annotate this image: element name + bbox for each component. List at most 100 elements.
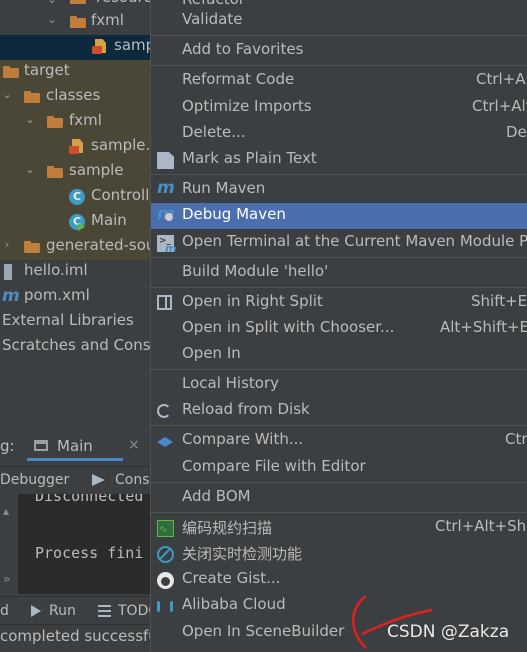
menu-item-label: Create Gist... <box>182 569 281 587</box>
fxml-file-icon <box>92 39 108 55</box>
close-icon[interactable]: × <box>128 437 140 453</box>
context-menu: Refactor Validate Add to Favorites Refor… <box>150 0 527 652</box>
menu-item-open-in-split-chooser[interactable]: Open in Split with Chooser... Alt+Shift+… <box>151 316 527 342</box>
menu-item-optimize-imports[interactable]: Optimize Imports Ctrl+Alt <box>151 95 527 121</box>
alibaba-cloud-icon <box>157 600 173 613</box>
menu-item-build-module[interactable]: Build Module 'hello' <box>151 260 527 286</box>
tree-item-hello-iml[interactable]: hello.iml <box>0 260 152 285</box>
tree-item-sample-fxml[interactable]: samp <box>0 35 152 60</box>
menu-item-delete[interactable]: Delete... Del <box>151 121 527 147</box>
tree-item-controller[interactable]: C Controll <box>0 185 152 210</box>
tree-item-classes[interactable]: ⌄ classes <box>0 85 152 110</box>
tree-item-label: generated-sou <box>46 236 152 254</box>
menu-item-code-scan[interactable]: ∿ 编码规约扫描 Ctrl+Alt+Shi <box>151 515 527 541</box>
tree-item-main[interactable]: C Main <box>0 210 152 235</box>
tree-item-sample-fxml-2[interactable]: sample.f <box>0 135 152 160</box>
menu-item-label: Optimize Imports <box>182 97 312 115</box>
menu-item-compare-file-with-editor[interactable]: Compare File with Editor <box>151 455 527 481</box>
menu-item-run-maven[interactable]: m Run Maven <box>151 177 527 203</box>
menu-item-debug-maven[interactable]: m Debug Maven <box>151 203 527 229</box>
class-icon: C <box>69 189 85 205</box>
menu-separator <box>151 174 527 175</box>
run-icon <box>31 605 41 617</box>
tree-item-label: sample <box>69 161 124 179</box>
fxml-file-icon <box>69 139 85 155</box>
menu-item-label: Compare With... <box>182 430 304 448</box>
menu-item-shortcut: Shift+En <box>471 292 527 310</box>
menu-item-local-history[interactable]: Local History <box>151 372 527 398</box>
tree-item-label: pom.xml <box>24 286 90 304</box>
menu-item-label: Delete... <box>182 123 246 141</box>
menu-item-create-gist[interactable]: Create Gist... <box>151 567 527 593</box>
menu-item-reformat-code[interactable]: Reformat Code Ctrl+Al <box>151 68 527 94</box>
tree-item-label: resources <box>96 0 152 6</box>
menu-item-label: Debug Maven <box>182 205 286 223</box>
menu-item-mark-as-plain-text[interactable]: Mark as Plain Text <box>151 147 527 173</box>
console-icon <box>34 440 48 451</box>
folder-icon <box>47 116 63 128</box>
tree-item-target[interactable]: target <box>0 60 152 85</box>
tree-item-label: target <box>24 61 70 79</box>
menu-item-add-to-favorites[interactable]: Add to Favorites <box>151 38 527 64</box>
reload-icon <box>157 404 171 418</box>
tree-item-fxml[interactable]: ⌄ fxml <box>0 10 152 35</box>
menu-item-validate[interactable]: Validate <box>151 8 527 34</box>
menu-item-alibaba-cloud[interactable]: Alibaba Cloud <box>151 593 527 619</box>
menu-item-add-bom[interactable]: Add BOM <box>151 485 527 511</box>
menu-item-shortcut: Ctrl+Alt <box>472 97 527 115</box>
menu-item-shortcut: Ctrl+Al <box>476 70 527 88</box>
tab-main-label: Main <box>57 437 93 455</box>
tree-item-pom-xml[interactable]: m pom.xml <box>0 285 152 310</box>
tree-item-scratches[interactable]: Scratches and Conso <box>0 335 152 360</box>
tree-item-sample[interactable]: ⌄ sample <box>0 160 152 185</box>
menu-item-label: Refactor <box>182 0 245 8</box>
menu-item-reload-from-disk[interactable]: Reload from Disk <box>151 398 527 424</box>
folder-icon <box>24 91 40 103</box>
menu-item-label: Add to Favorites <box>182 40 304 58</box>
tree-item-label: Scratches and Conso <box>2 336 152 354</box>
menu-item-disable-realtime-check[interactable]: 关闭实时检测功能 <box>151 541 527 567</box>
menu-item-open-terminal-maven[interactable]: >_ m Open Terminal at the Current Maven M… <box>151 230 527 256</box>
chevron-down-icon[interactable]: ⌄ <box>2 89 12 100</box>
menu-separator <box>151 35 527 36</box>
menu-item-shortcut: Alt+Shift+En <box>440 318 527 336</box>
chevron-down-icon[interactable]: ⌄ <box>47 0 57 5</box>
more-icon[interactable]: » <box>3 572 10 586</box>
run-tool-window-header: g: Main × <box>0 432 152 461</box>
compare-icon <box>157 433 174 450</box>
chevron-right-icon[interactable]: › <box>2 239 12 250</box>
tree-item-label: classes <box>46 86 101 104</box>
github-icon <box>157 572 174 589</box>
chevron-down-icon[interactable]: ⌄ <box>25 114 35 125</box>
menu-item-label: Run Maven <box>182 179 266 197</box>
console-line: Process fini <box>35 544 144 562</box>
menu-item-label: Open In SceneBuilder <box>182 622 345 640</box>
run-tool-button[interactable]: Run <box>49 603 76 619</box>
tab-debugger[interactable]: Debugger <box>0 472 69 488</box>
tree-item-label: Controll <box>91 186 150 204</box>
code-scan-icon: ∿ <box>157 520 174 537</box>
tree-item-external-libraries[interactable]: External Libraries <box>0 310 152 335</box>
tree-item-label: fxml <box>91 11 124 29</box>
iml-file-icon <box>4 264 12 280</box>
chevron-down-icon[interactable]: ⌄ <box>47 14 57 25</box>
tree-item-label: Main <box>91 211 127 229</box>
chevron-down-icon[interactable]: ⌄ <box>25 164 35 175</box>
watermark: CSDN @Zakza <box>387 622 510 642</box>
menu-item-compare-with[interactable]: Compare With... Ctr <box>151 428 527 454</box>
toolbar-partial-item[interactable]: d <box>0 603 9 619</box>
menu-item-label: Open Terminal at the Current Maven Modul… <box>182 232 527 250</box>
tree-item-label: fxml <box>69 111 102 129</box>
disable-icon <box>157 546 174 563</box>
menu-item-open-in-right-split[interactable]: Open in Right Split Shift+En <box>151 290 527 316</box>
menu-item-open-in[interactable]: Open In <box>151 342 527 368</box>
folder-icon <box>70 0 86 4</box>
status-text: completed successful <box>0 627 162 645</box>
tree-item-generated-sources[interactable]: › generated-sou <box>0 235 152 260</box>
tree-item-fxml-2[interactable]: ⌄ fxml <box>0 110 152 135</box>
gutter-marker: ▴ <box>3 504 10 518</box>
menu-item-shortcut: Ctr <box>505 430 527 448</box>
menu-item-label: 关闭实时检测功能 <box>182 545 303 563</box>
tab-main[interactable]: Main × <box>26 432 152 460</box>
menu-item-label: Add BOM <box>182 487 251 505</box>
